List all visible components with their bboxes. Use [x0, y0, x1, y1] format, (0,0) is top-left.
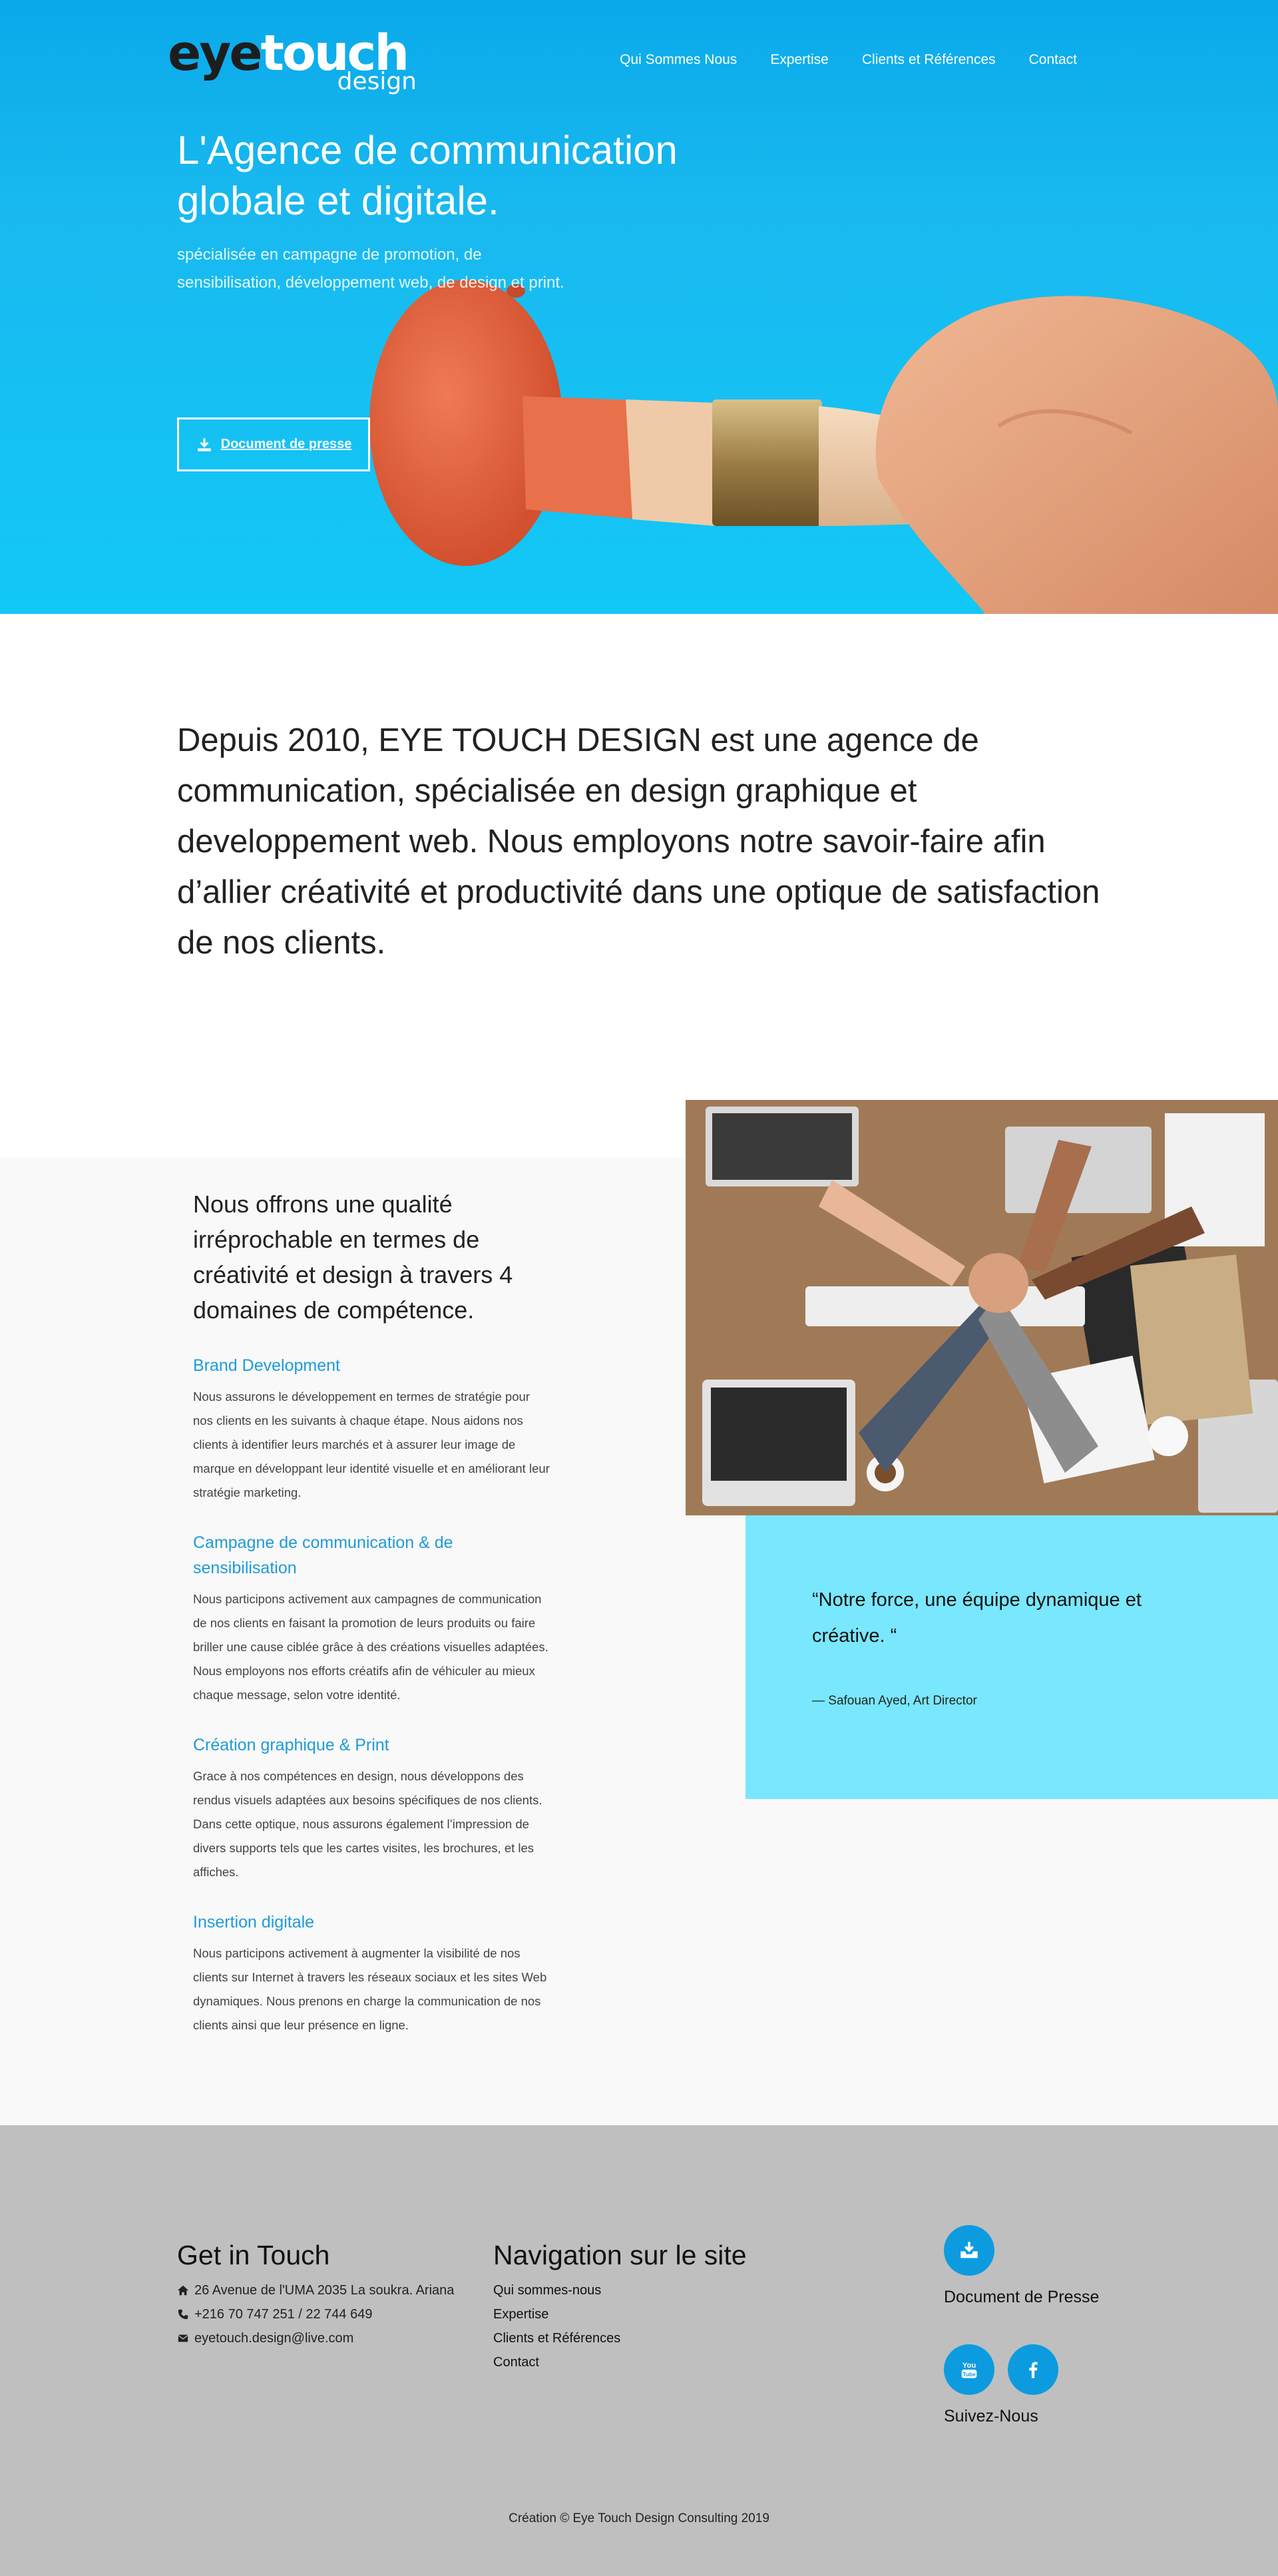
press-document-button-label: Document de presse [220, 437, 352, 451]
logo[interactable]: eyetouch design [168, 27, 421, 100]
footer-link-clients[interactable]: Clients et Références [493, 2326, 747, 2350]
team-photo [686, 1100, 1278, 1515]
facebook-icon [1029, 2362, 1038, 2378]
press-document-button[interactable]: Document de presse [177, 417, 370, 471]
nav-link-contact[interactable]: Contact [1029, 52, 1077, 68]
envelope-icon [178, 2334, 188, 2342]
hero-subtitle: spécialisée en campagne de promotion, de… [177, 246, 564, 292]
svg-text:You: You [962, 2362, 976, 2370]
nav-link-clients[interactable]: Clients et Références [862, 52, 996, 68]
copyright-text: Création © Eye Touch Design Consulting 2… [509, 2511, 769, 2525]
main-nav: Qui Sommes Nous Expertise Clients et Réf… [620, 52, 1077, 68]
social-links: You Tube [944, 2344, 1099, 2395]
footer: Get in Touch 26 Avenue de l'UMA 2035 La … [0, 2125, 1278, 2576]
footer-actions: Document de Presse You Tube Suivez-Nous [944, 2225, 1099, 2426]
footer-press-label: Document de Presse [944, 2288, 1100, 2306]
quote-author: — Safouan Ayed, Art Director [812, 1694, 977, 1708]
footer-contact: Get in Touch 26 Avenue de l'UMA 2035 La … [177, 2238, 454, 2350]
service-item: Brand Development Nous assurons le dével… [193, 1353, 552, 1505]
service-title: Insertion digitale [193, 1913, 315, 1932]
phone-icon [178, 2309, 188, 2320]
nav-link-expertise[interactable]: Expertise [770, 52, 829, 68]
footer-contact-list: 26 Avenue de l'UMA 2035 La soukra. Arian… [177, 2278, 454, 2350]
footer-email-text[interactable]: eyetouch.design@live.com [194, 2326, 353, 2350]
svg-text:Tube: Tube [962, 2371, 976, 2378]
footer-follow-label: Suivez-Nous [944, 2407, 1038, 2426]
footer-press-download-button[interactable] [944, 2225, 994, 2276]
service-title: Brand Development [193, 1356, 340, 1375]
footer-navigation-heading: Navigation sur le site [493, 2240, 747, 2270]
intro-text: Depuis 2010, EYE TOUCH DESIGN est une ag… [177, 722, 1100, 961]
navbar: eyetouch design Qui Sommes Nous Expertis… [0, 0, 1278, 123]
service-item: Campagne de communication & de sensibili… [193, 1530, 552, 1707]
services-section: Nous offrons une qualité irréprochable e… [0, 1100, 1278, 2125]
download-tray-icon [960, 2242, 978, 2258]
footer-navigation: Navigation sur le site Qui sommes-nous E… [493, 2238, 747, 2374]
service-text: Nous participons activement à augmenter … [193, 1946, 547, 2032]
nav-link-qui-sommes-nous[interactable]: Qui Sommes Nous [620, 52, 737, 68]
quote-text: “Notre force, une équipe dynamique et cr… [812, 1589, 1142, 1647]
logo-eye-text: eye [168, 25, 263, 82]
services-intro: Nous offrons une qualité irréprochable e… [193, 1190, 513, 1324]
footer-phone-text: +216 70 747 251 / 22 744 649 [194, 2307, 373, 2322]
download-icon [197, 437, 211, 451]
footer-link-qui-sommes-nous[interactable]: Qui sommes-nous [493, 2278, 747, 2302]
hero-section: eyetouch design Qui Sommes Nous Expertis… [0, 0, 1278, 614]
footer-email[interactable]: eyetouch.design@live.com [177, 2326, 454, 2350]
intro-section: Depuis 2010, EYE TOUCH DESIGN est une ag… [0, 614, 1278, 1100]
footer-contact-heading: Get in Touch [177, 2240, 330, 2270]
youtube-button[interactable]: You Tube [944, 2344, 994, 2395]
footer-link-contact[interactable]: Contact [493, 2350, 747, 2374]
footer-link-expertise[interactable]: Expertise [493, 2302, 747, 2326]
logo-sub-text: design [337, 68, 417, 95]
team-photo-illustration [686, 1100, 1278, 1515]
home-icon [177, 2285, 189, 2296]
service-text: Grace à nos compétences en design, nous … [193, 1769, 542, 1879]
youtube-icon: You Tube [961, 2362, 977, 2378]
service-item: Création graphique & Print Grace à nos c… [193, 1732, 552, 1884]
services-list: Nous offrons une qualité irréprochable e… [193, 1186, 552, 2037]
footer-address: 26 Avenue de l'UMA 2035 La soukra. Arian… [177, 2278, 454, 2302]
hero-text: L'Agence de communication globale et dig… [177, 125, 710, 297]
hero-title: L'Agence de communication globale et dig… [177, 128, 678, 223]
service-text: Nous assurons le développement en termes… [193, 1390, 550, 1499]
service-item: Insertion digitale Nous participons acti… [193, 1910, 552, 2037]
service-title: Création graphique & Print [193, 1736, 389, 1754]
footer-phone: +216 70 747 251 / 22 744 649 [177, 2302, 454, 2326]
footer-address-text: 26 Avenue de l'UMA 2035 La soukra. Arian… [194, 2283, 455, 2298]
service-title: Campagne de communication & de sensibili… [193, 1533, 453, 1577]
footer-navigation-list: Qui sommes-nous Expertise Clients et Réf… [493, 2278, 747, 2374]
quote-box: “Notre force, une équipe dynamique et cr… [746, 1515, 1278, 1799]
service-text: Nous participons activement aux campagne… [193, 1592, 548, 1702]
facebook-button[interactable] [1008, 2344, 1058, 2395]
